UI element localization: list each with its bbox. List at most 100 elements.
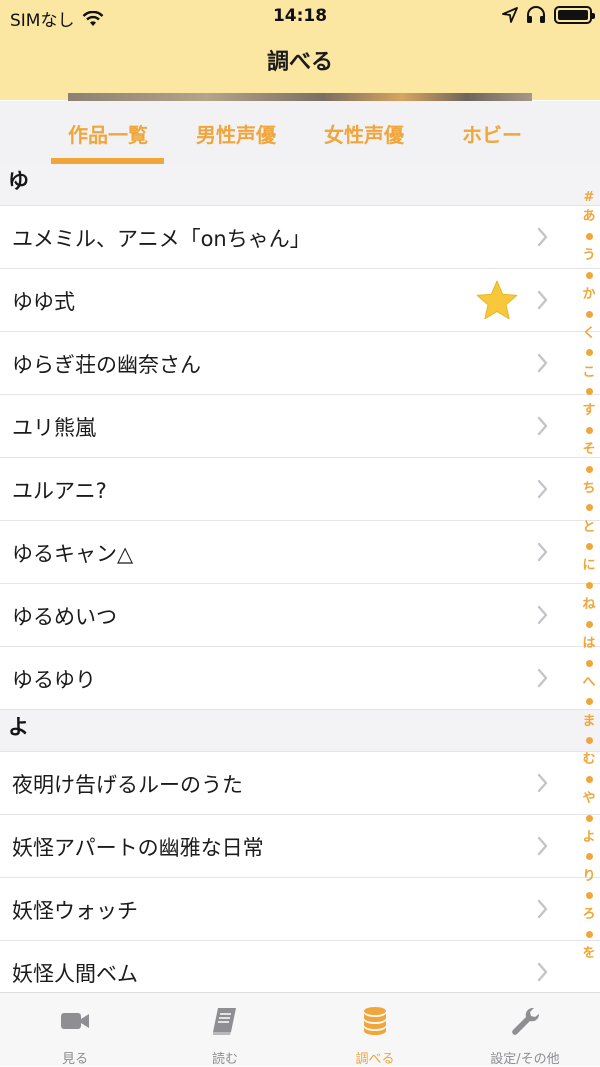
index-letter[interactable]: く bbox=[578, 324, 600, 343]
status-right bbox=[502, 6, 595, 24]
index-letter[interactable]: む bbox=[578, 750, 600, 769]
index-dot[interactable] bbox=[578, 343, 600, 362]
works-list: ゆユメミル、アニメ「onちゃん」 ゆゆ式ゆらぎ荘の幽奈さん ユリ熊嵐ユルアニ? ゆるキ… bbox=[0, 164, 600, 1004]
header-bar: SIMなし 14:18 調べる bbox=[0, 0, 600, 100]
tabbar-item-search[interactable]: 調べる bbox=[300, 993, 450, 1067]
chevron-right-icon bbox=[537, 416, 548, 436]
database-icon bbox=[364, 1007, 386, 1035]
tabbar-label-watch: 見る bbox=[61, 1052, 88, 1067]
index-dot[interactable] bbox=[578, 770, 600, 789]
category-tabs: 作品一覧 男性声優 女性声優 ホビー bbox=[0, 101, 600, 164]
index-dot[interactable] bbox=[578, 925, 600, 944]
list-item-label: 妖怪人間ベム bbox=[12, 962, 138, 986]
list-item[interactable]: ユルアニ? bbox=[0, 458, 600, 521]
tab-male-voice-actors[interactable]: 男性声優 bbox=[172, 119, 300, 148]
index-dot[interactable] bbox=[578, 227, 600, 246]
chevron-right-icon bbox=[537, 773, 548, 793]
index-letter[interactable]: り bbox=[578, 867, 600, 886]
index-letter[interactable]: と bbox=[578, 518, 600, 537]
index-dot[interactable] bbox=[578, 304, 600, 323]
tabbar-label-search: 調べる bbox=[355, 1052, 395, 1067]
index-letter[interactable]: に bbox=[578, 556, 600, 575]
chevron-right-icon bbox=[537, 290, 548, 310]
tab-hobby[interactable]: ホビー bbox=[428, 119, 556, 148]
index-dot[interactable] bbox=[578, 498, 600, 517]
page-title: 調べる bbox=[266, 50, 333, 75]
favorite-star-icon[interactable] bbox=[475, 279, 519, 321]
section-header: よ bbox=[0, 710, 600, 752]
list-item[interactable]: ゆるゆり bbox=[0, 647, 600, 710]
chevron-right-icon bbox=[537, 605, 548, 625]
index-dot[interactable] bbox=[578, 886, 600, 905]
chevron-right-icon bbox=[537, 542, 548, 562]
banner-image[interactable] bbox=[68, 93, 532, 101]
index-letter[interactable]: や bbox=[578, 789, 600, 808]
tabbar-item-settings[interactable]: 設定/その他 bbox=[450, 993, 600, 1067]
list-item[interactable]: 妖怪アパートの幽雅な日常 bbox=[0, 815, 600, 878]
list-item[interactable]: 妖怪ウォッチ bbox=[0, 878, 600, 941]
list-item-label: ユメミル、アニメ「onちゃん」 bbox=[12, 227, 311, 251]
index-dot[interactable] bbox=[578, 809, 600, 828]
index-letter[interactable]: # bbox=[578, 188, 600, 207]
index-letter[interactable]: ち bbox=[578, 479, 600, 498]
list-item[interactable]: ゆらぎ荘の幽奈さん bbox=[0, 332, 600, 395]
index-dot[interactable] bbox=[578, 653, 600, 672]
index-letter[interactable]: は bbox=[578, 634, 600, 653]
index-letter[interactable]: ね bbox=[578, 595, 600, 614]
index-letter[interactable]: よ bbox=[578, 828, 600, 847]
index-letter[interactable]: を bbox=[578, 944, 600, 963]
index-dot[interactable] bbox=[578, 459, 600, 478]
list-item[interactable]: ユメミル、アニメ「onちゃん」 bbox=[0, 206, 600, 269]
index-letter[interactable]: ま bbox=[578, 712, 600, 731]
tab-female-voice-actors[interactable]: 女性声優 bbox=[300, 119, 428, 148]
tab-works[interactable]: 作品一覧 bbox=[44, 119, 172, 148]
list-item-label: ユルアニ? bbox=[12, 479, 107, 503]
index-dot[interactable] bbox=[578, 847, 600, 866]
list-item[interactable]: ゆるキャン△ bbox=[0, 521, 600, 584]
index-letter[interactable]: す bbox=[578, 401, 600, 420]
list-item-label: ゆゆ式 bbox=[12, 290, 75, 314]
list-item[interactable]: ゆるめいつ bbox=[0, 584, 600, 647]
index-dot[interactable] bbox=[578, 537, 600, 556]
tabbar-item-read[interactable]: 読む bbox=[150, 993, 300, 1067]
index-letter[interactable]: う bbox=[578, 246, 600, 265]
index-letter[interactable]: へ bbox=[578, 673, 600, 692]
book-icon bbox=[213, 1008, 236, 1035]
battery-level bbox=[558, 10, 588, 20]
index-dot[interactable] bbox=[578, 692, 600, 711]
index-dot[interactable] bbox=[578, 382, 600, 401]
headphones-icon bbox=[527, 6, 545, 23]
list-item-label: 夜明け告げるルーのうた bbox=[12, 773, 243, 797]
chevron-right-icon bbox=[537, 899, 548, 919]
index-dot[interactable] bbox=[578, 266, 600, 285]
index-letter[interactable]: そ bbox=[578, 440, 600, 459]
tabbar-item-watch[interactable]: 見る bbox=[0, 993, 150, 1067]
list-item[interactable]: ゆゆ式 bbox=[0, 269, 600, 332]
list-item-label: 妖怪ウォッチ bbox=[12, 899, 138, 923]
index-letter[interactable]: ろ bbox=[578, 905, 600, 924]
video-camera-icon bbox=[61, 1013, 89, 1029]
list-item-label: ユリ熊嵐 bbox=[12, 416, 96, 440]
index-dot[interactable] bbox=[578, 576, 600, 595]
status-bar: SIMなし 14:18 bbox=[0, 0, 600, 34]
battery-icon bbox=[554, 6, 595, 24]
tabbar-label-read: 読む bbox=[211, 1052, 238, 1067]
index-dot[interactable] bbox=[578, 615, 600, 634]
bottom-tab-bar: 見る 読む 調べる 設定/その他 bbox=[0, 992, 600, 1067]
list-item-label: ゆらぎ荘の幽奈さん bbox=[12, 353, 201, 377]
tabbar-label-settings: 設定/その他 bbox=[490, 1052, 560, 1067]
index-dot[interactable] bbox=[578, 731, 600, 750]
index-dot[interactable] bbox=[578, 421, 600, 440]
chevron-right-icon bbox=[537, 962, 548, 982]
index-letter[interactable]: あ bbox=[578, 207, 600, 226]
list-item-label: ゆるキャン△ bbox=[12, 542, 134, 566]
section-index-bar[interactable]: # あうかくこすそちとにねはへまむやよりろを bbox=[578, 188, 600, 964]
index-letter[interactable]: こ bbox=[578, 363, 600, 382]
list-item[interactable]: 夜明け告げるルーのうた bbox=[0, 752, 600, 815]
list-item-label: ゆるゆり bbox=[12, 668, 96, 692]
index-letter[interactable]: か bbox=[578, 285, 600, 304]
section-header: ゆ bbox=[0, 164, 600, 206]
list-item[interactable]: ユリ熊嵐 bbox=[0, 395, 600, 458]
list-item-label: ゆるめいつ bbox=[12, 605, 117, 629]
chevron-right-icon bbox=[537, 668, 548, 688]
